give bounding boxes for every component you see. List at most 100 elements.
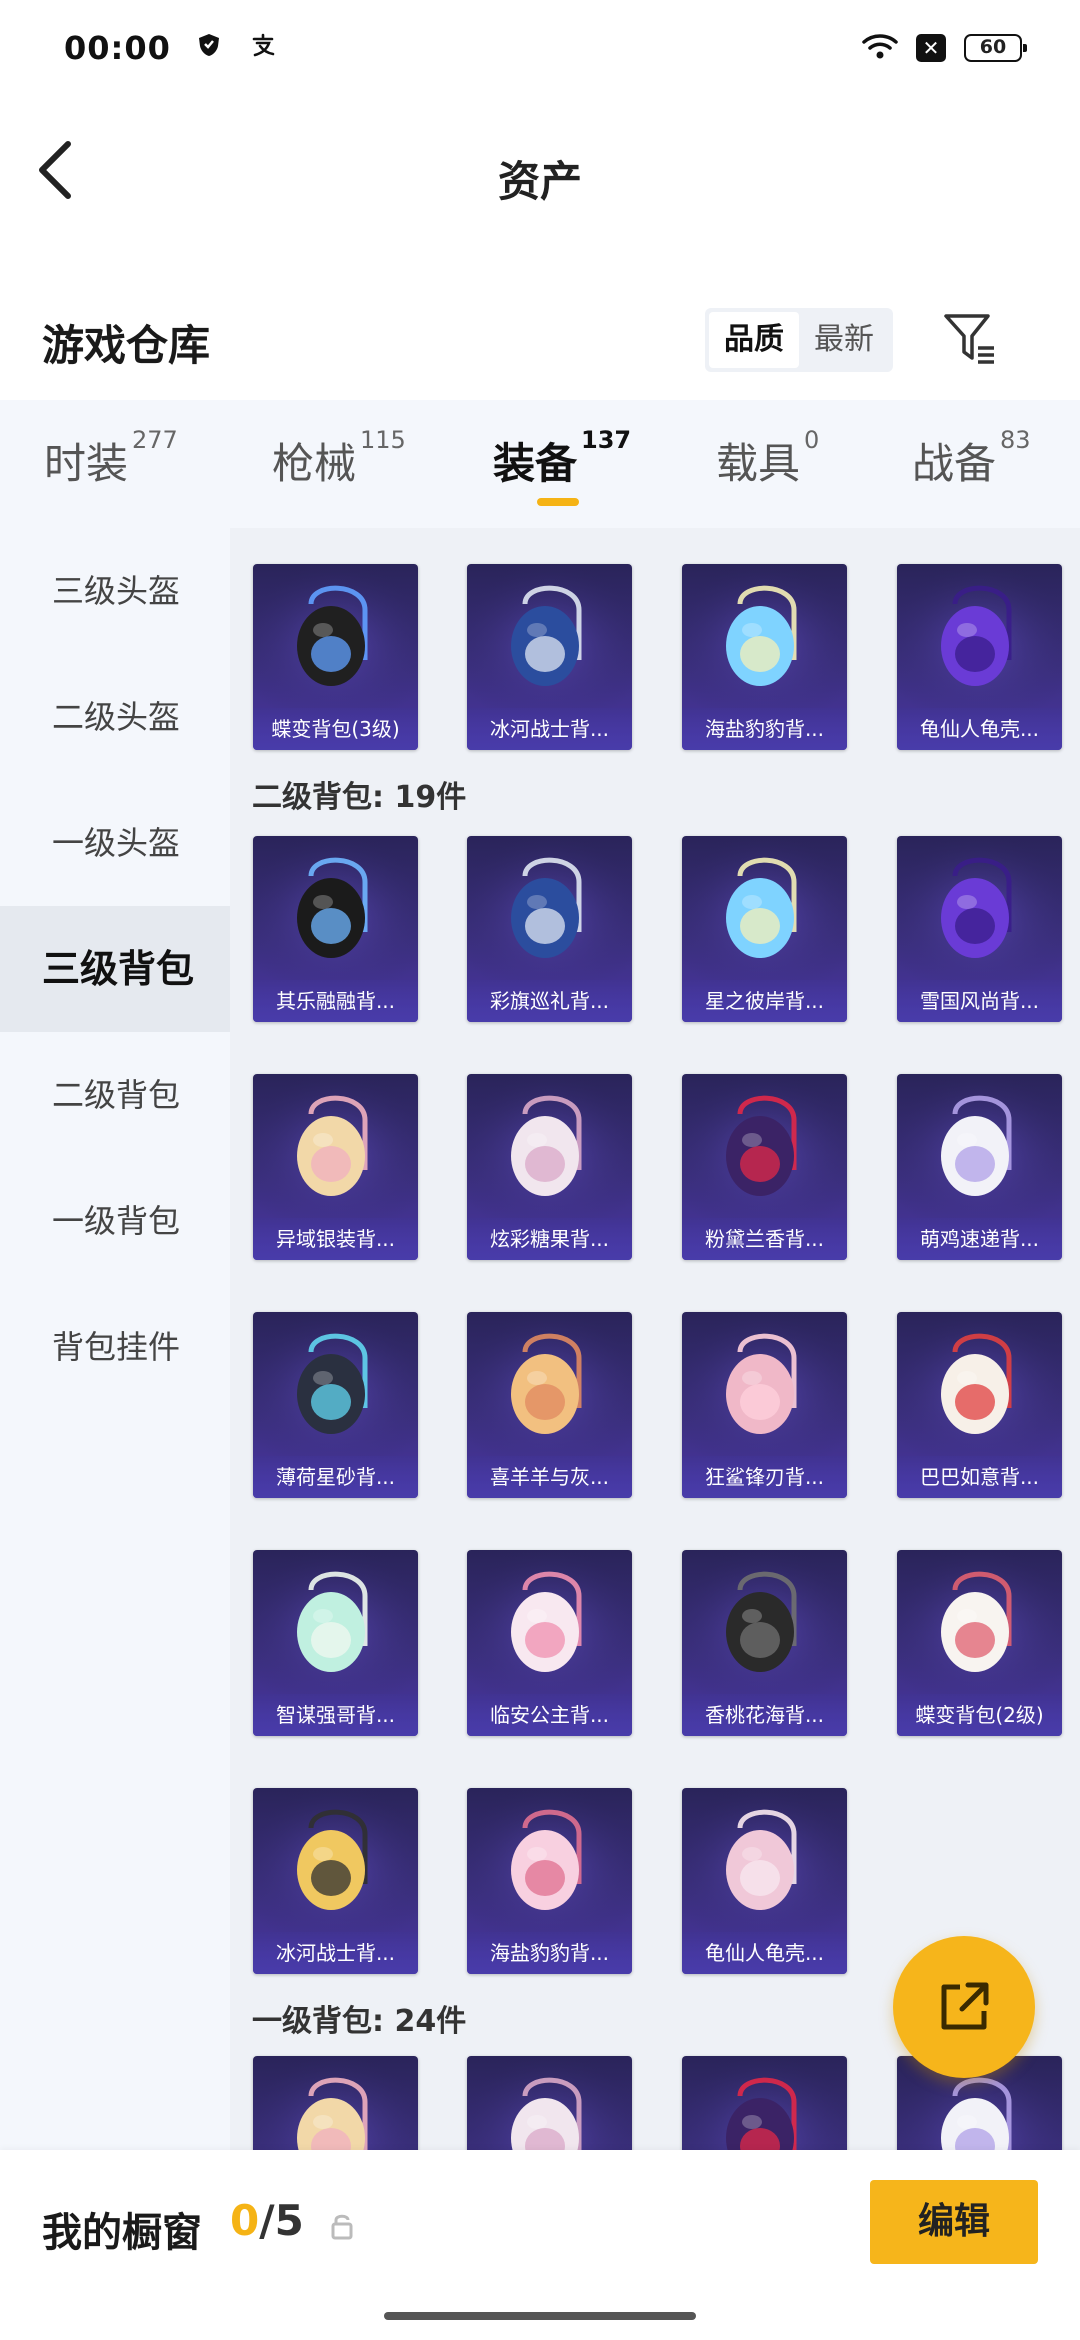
filter-button[interactable]	[942, 310, 998, 368]
home-indicator	[384, 2312, 696, 2320]
tab-count: 277	[132, 426, 178, 454]
item-card[interactable]: 彩旗巡礼背...	[467, 836, 632, 1022]
item-name: 炫彩糖果背...	[467, 1218, 632, 1260]
item-name: 海盐豹豹背...	[467, 1932, 632, 1974]
item-card-partial[interactable]	[253, 2056, 418, 2150]
wifi-icon	[862, 32, 898, 64]
sidebar-item-backpack-2[interactable]: 二级背包	[0, 1032, 230, 1158]
group-title-level1: 一级背包: 24件	[252, 2004, 467, 2039]
item-card[interactable]: 冰河战士背...	[467, 564, 632, 750]
battery-indicator: 60	[964, 34, 1027, 62]
item-name: 龟仙人龟壳...	[682, 1932, 847, 1974]
item-name: 香桃花海背...	[682, 1694, 847, 1736]
sidebar-item-helmet-2[interactable]: 二级头盔	[0, 654, 230, 780]
tab-label: 枪械	[272, 439, 357, 488]
item-name: 喜羊羊与灰...	[467, 1456, 632, 1498]
item-name: 蝶变背包(3级)	[253, 708, 418, 750]
top-nav: 资产	[0, 110, 1080, 230]
item-card[interactable]: 冰河战士背...	[253, 1788, 418, 1974]
backpack-icon	[897, 1312, 1062, 1456]
sidebar-item-backpack-3[interactable]: 三级背包	[0, 906, 230, 1032]
backpack-icon	[467, 836, 632, 980]
tab-count: 115	[360, 426, 406, 454]
item-name: 冰河战士背...	[253, 1932, 418, 1974]
backpack-icon	[682, 1074, 847, 1218]
item-card[interactable]: 喜羊羊与灰...	[467, 1312, 632, 1498]
item-card[interactable]: 雪国风尚背...	[897, 836, 1062, 1022]
item-card[interactable]: 龟仙人龟壳...	[897, 564, 1062, 750]
tab-label: 战备	[912, 439, 997, 488]
warehouse-title: 游戏仓库	[42, 321, 211, 370]
item-card[interactable]: 龟仙人龟壳...	[682, 1788, 847, 1974]
sidebar-item-backpack-charm[interactable]: 背包挂件	[0, 1284, 230, 1410]
item-card[interactable]: 巴巴如意背...	[897, 1312, 1062, 1498]
tab-supplies[interactable]: 战备 83	[912, 426, 1031, 491]
item-name: 冰河战士背...	[467, 708, 632, 750]
backpack-icon	[253, 564, 418, 708]
status-bar: 00:00 ✕ 60	[0, 0, 1080, 96]
sidebar-item-backpack-1[interactable]: 一级背包	[0, 1158, 230, 1284]
item-name: 萌鸡速递背...	[897, 1218, 1062, 1260]
item-card[interactable]: 蝶变背包(2级)	[897, 1550, 1062, 1736]
backpack-icon	[253, 2056, 418, 2150]
item-card[interactable]: 智谋强哥背...	[253, 1550, 418, 1736]
tab-equipment[interactable]: 装备 137	[493, 426, 631, 506]
item-name: 异域银装背...	[253, 1218, 418, 1260]
item-name: 临安公主背...	[467, 1694, 632, 1736]
item-name: 海盐豹豹背...	[682, 708, 847, 750]
backpack-icon	[253, 1312, 418, 1456]
tab-fashion[interactable]: 时装 277	[44, 426, 178, 491]
item-card[interactable]: 海盐豹豹背...	[467, 1788, 632, 1974]
backpack-icon	[467, 1788, 632, 1932]
backpack-icon	[253, 1550, 418, 1694]
item-name: 彩旗巡礼背...	[467, 980, 632, 1022]
item-card[interactable]: 临安公主背...	[467, 1550, 632, 1736]
showcase-total: /5	[259, 2196, 304, 2245]
backpack-icon	[897, 1550, 1062, 1694]
alipay-icon	[247, 32, 279, 65]
backpack-icon	[253, 1074, 418, 1218]
item-name: 粉黛兰香背...	[682, 1218, 847, 1260]
edit-button[interactable]: 编辑	[870, 2180, 1038, 2264]
item-card[interactable]: 狂鲨锋刃背...	[682, 1312, 847, 1498]
lock-icon	[330, 2212, 354, 2240]
tab-count: 137	[581, 426, 632, 454]
share-icon	[941, 1982, 989, 2030]
share-button[interactable]	[893, 1936, 1035, 2078]
item-name: 其乐融融背...	[253, 980, 418, 1022]
tab-guns[interactable]: 枪械 115	[272, 426, 406, 491]
item-card[interactable]: 香桃花海背...	[682, 1550, 847, 1736]
backpack-icon	[253, 836, 418, 980]
active-tab-indicator	[537, 498, 579, 506]
sidebar-item-helmet-1[interactable]: 一级头盔	[0, 780, 230, 906]
backpack-icon	[467, 1312, 632, 1456]
backpack-icon	[467, 2056, 632, 2150]
item-name: 龟仙人龟壳...	[897, 708, 1062, 750]
item-card[interactable]: 其乐融融背...	[253, 836, 418, 1022]
item-card-partial[interactable]	[682, 2056, 847, 2150]
item-card[interactable]: 海盐豹豹背...	[682, 564, 847, 750]
item-card[interactable]: 星之彼岸背...	[682, 836, 847, 1022]
sort-quality-button[interactable]: 品质	[709, 312, 799, 368]
backpack-icon	[682, 836, 847, 980]
page-title: 资产	[497, 157, 582, 206]
filter-icon	[944, 314, 994, 364]
tab-count: 0	[804, 426, 820, 454]
group-title-level2: 二级背包: 19件	[252, 780, 467, 815]
subcategory-sidebar: 三级头盔 二级头盔 一级头盔 三级背包 二级背包 一级背包 背包挂件	[0, 528, 230, 2150]
tab-vehicles[interactable]: 载具 0	[716, 426, 819, 491]
item-name: 狂鲨锋刃背...	[682, 1456, 847, 1498]
category-tabs: 时装 277 枪械 115 装备 137 载具 0 战备 83	[0, 400, 1080, 528]
sidebar-item-helmet-3[interactable]: 三级头盔	[0, 528, 230, 654]
item-card-partial[interactable]	[467, 2056, 632, 2150]
item-card[interactable]: 炫彩糖果背...	[467, 1074, 632, 1260]
item-card[interactable]: 异域银装背...	[253, 1074, 418, 1260]
backpack-icon	[467, 1074, 632, 1218]
item-name: 星之彼岸背...	[682, 980, 847, 1022]
item-card[interactable]: 萌鸡速递背...	[897, 1074, 1062, 1260]
sort-newest-button[interactable]: 最新	[799, 312, 889, 368]
item-card[interactable]: 蝶变背包(3级)	[253, 564, 418, 750]
backpack-icon	[682, 1312, 847, 1456]
item-card[interactable]: 薄荷星砂背...	[253, 1312, 418, 1498]
item-card[interactable]: 粉黛兰香背...	[682, 1074, 847, 1260]
